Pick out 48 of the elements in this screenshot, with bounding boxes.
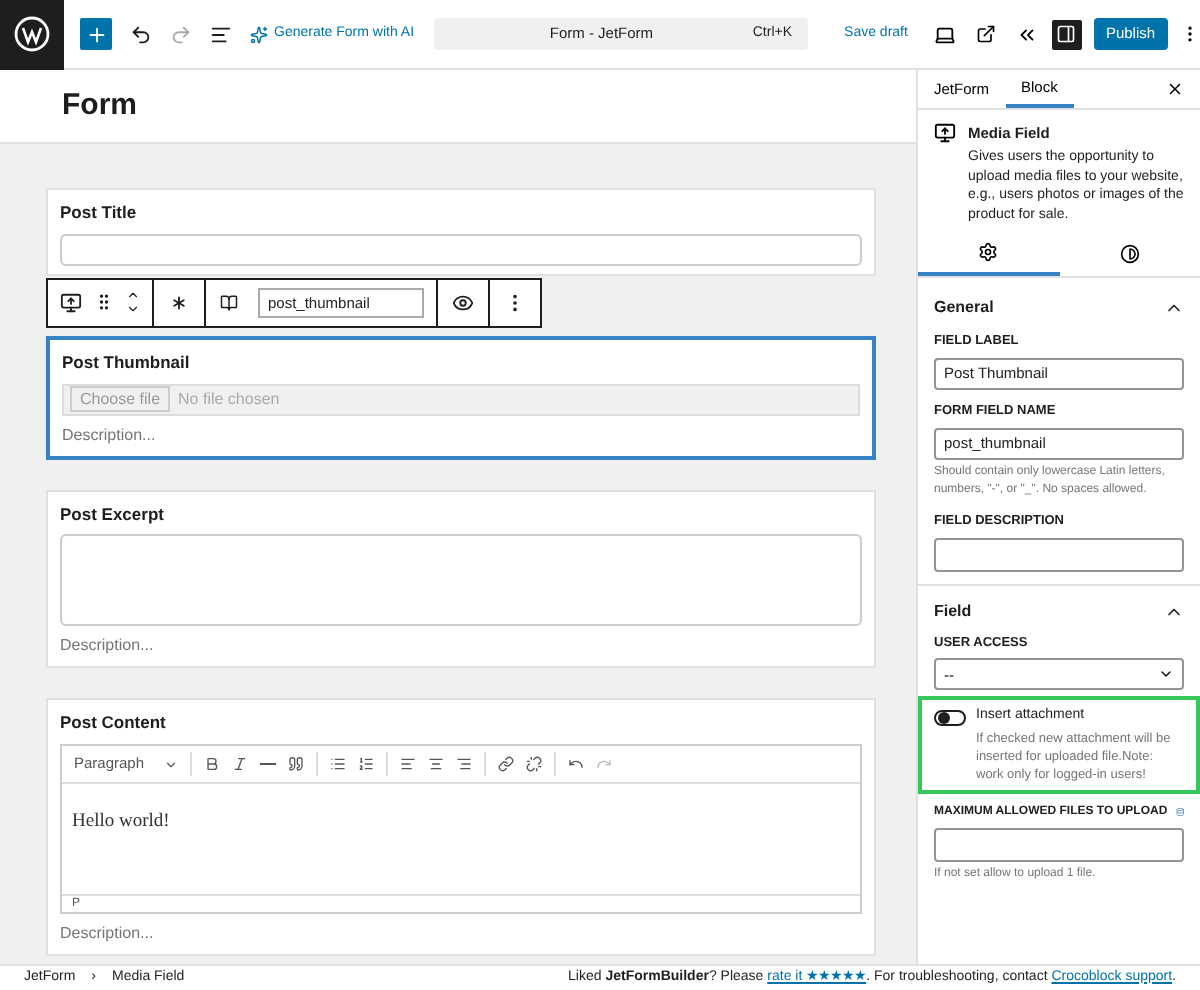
eye-icon[interactable] <box>452 291 474 314</box>
contrast-icon[interactable] <box>1119 243 1140 264</box>
database-icon[interactable] <box>1175 804 1184 821</box>
chevrons-left-icon[interactable] <box>1015 23 1038 45</box>
undo-icon[interactable] <box>568 756 584 772</box>
unlink-icon[interactable] <box>526 756 542 772</box>
editor-text: Hello world! <box>72 812 170 832</box>
document-overview-icon[interactable] <box>210 23 232 45</box>
asterisk-icon[interactable] <box>168 291 190 314</box>
numbered-list-icon[interactable] <box>358 756 374 772</box>
preview-icon[interactable] <box>933 23 956 45</box>
panel-header[interactable]: Field <box>918 593 1200 629</box>
textarea-input[interactable] <box>60 534 862 627</box>
settings-panel-button[interactable] <box>1051 19 1082 49</box>
sparkle-icon[interactable] <box>250 25 268 43</box>
drag-handle-icon[interactable] <box>94 292 114 313</box>
panel-header[interactable]: General <box>918 290 1200 327</box>
gear-icon[interactable] <box>978 241 999 262</box>
media-block-icon <box>934 122 956 144</box>
bold-icon[interactable] <box>204 756 220 772</box>
field-label: Post Excerpt <box>60 501 166 527</box>
bullet-list-icon[interactable] <box>330 756 346 772</box>
text-input[interactable] <box>934 827 1184 862</box>
field-label: Post Thumbnail <box>62 349 192 375</box>
caret-icon[interactable] <box>164 757 178 771</box>
book-icon[interactable] <box>220 293 238 312</box>
page-title: Form <box>62 85 137 126</box>
field-label: Post Title <box>60 200 139 226</box>
quote-icon[interactable] <box>288 756 304 772</box>
strikethrough-icon[interactable] <box>260 758 276 770</box>
field-description: Description... <box>62 423 158 447</box>
align-center-icon[interactable] <box>428 756 444 772</box>
align-left-icon[interactable] <box>400 756 416 772</box>
close-icon[interactable] <box>1166 80 1184 98</box>
link-icon[interactable] <box>498 756 514 772</box>
text-input[interactable] <box>60 233 862 266</box>
undo-icon[interactable] <box>130 23 152 45</box>
view-icon[interactable] <box>975 24 996 44</box>
italic-icon[interactable] <box>232 756 248 772</box>
toggle-switch[interactable] <box>934 709 966 725</box>
field-description: Description... <box>60 922 156 946</box>
media-block-icon[interactable] <box>60 291 82 314</box>
field-label: Post Content <box>60 710 168 736</box>
file-status: No file chosen <box>178 387 280 411</box>
wordpress-logo[interactable] <box>0 0 64 69</box>
field-description: Description... <box>60 634 156 659</box>
align-right-icon[interactable] <box>456 756 472 772</box>
text-input[interactable] <box>934 537 1184 571</box>
